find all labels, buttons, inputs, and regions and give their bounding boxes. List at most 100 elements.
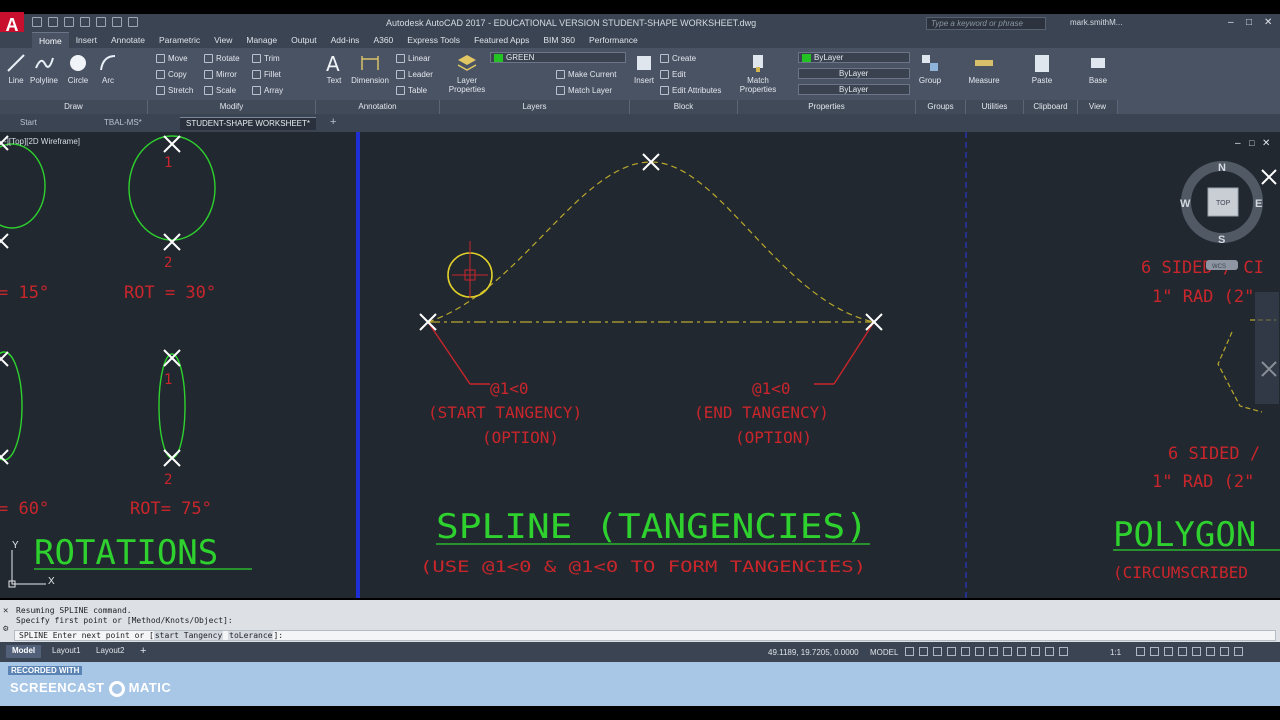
utilities-panel-title[interactable]: Utilities [966, 100, 1024, 114]
tab-manage[interactable]: Manage [239, 32, 284, 48]
command-input[interactable]: SPLINE Enter next point or [start Tangen… [14, 630, 1276, 641]
move-button[interactable]: Move [156, 54, 188, 63]
print-icon[interactable] [96, 17, 106, 27]
object-track-icon[interactable] [989, 647, 998, 656]
tab-insert[interactable]: Insert [69, 32, 104, 48]
workspace-icon[interactable] [1136, 647, 1145, 656]
tab-a360[interactable]: A360 [366, 32, 400, 48]
tab-featured-apps[interactable]: Featured Apps [467, 32, 536, 48]
leader-button[interactable]: Leader [396, 70, 433, 79]
transparency-icon[interactable] [1017, 647, 1026, 656]
base-button[interactable]: Base [1078, 52, 1118, 85]
layers-panel-title[interactable]: Layers [440, 100, 630, 114]
fillet-button[interactable]: Fillet [252, 70, 281, 79]
viewcube-south[interactable]: S [1218, 234, 1225, 246]
tab-annotate[interactable]: Annotate [104, 32, 152, 48]
layer-dropdown[interactable]: GREEN [490, 52, 626, 63]
add-layout-icon[interactable]: + [134, 645, 152, 658]
command-customize-icon[interactable]: ⚙ [3, 624, 8, 634]
quick-properties-icon[interactable] [1178, 647, 1187, 656]
snap-icon[interactable] [919, 647, 928, 656]
annotation-monitor-icon[interactable] [1150, 647, 1159, 656]
viewcube-west[interactable]: W [1180, 198, 1191, 210]
edit-attributes-button[interactable]: Edit Attributes [660, 86, 721, 95]
isolate-icon[interactable] [1192, 647, 1201, 656]
group-button[interactable]: Group [910, 52, 950, 85]
viewport-minimize-icon[interactable]: – [1235, 138, 1241, 149]
search-input[interactable]: Type a keyword or phrase [926, 17, 1046, 30]
hardware-acceleration-icon[interactable] [1206, 647, 1215, 656]
wcs-label[interactable]: WCS [1212, 264, 1226, 270]
drawing-canvas[interactable]: 1 2 1 2 = 15° ROT = 30° = 60° ROT= 75° R… [0, 132, 1280, 598]
linear-button[interactable]: Linear [396, 54, 430, 63]
array-button[interactable]: Array [252, 86, 283, 95]
viewcube-east[interactable]: E [1255, 198, 1262, 210]
doc-tab-tbal[interactable]: TBAL-MS* [98, 117, 148, 130]
arc-button[interactable]: Arc [88, 52, 128, 85]
viewport-close-icon[interactable]: ✕ [1262, 138, 1270, 149]
coordinates-readout[interactable]: 49.1189, 19.7205, 0.0000 [768, 648, 859, 657]
customization-icon[interactable] [1234, 647, 1243, 656]
rotate-button[interactable]: Rotate [204, 54, 240, 63]
lineweight-dropdown[interactable]: ByLayer [798, 84, 910, 95]
viewcube-top[interactable]: TOP [1216, 200, 1231, 207]
tab-view[interactable]: View [207, 32, 239, 48]
layer-properties-button[interactable]: Layer Properties [446, 52, 488, 94]
dimension-button[interactable]: Dimension [350, 52, 390, 85]
doc-tab-student-shape[interactable]: STUDENT-SHAPE WORKSHEET* [180, 117, 316, 130]
match-properties-button[interactable]: Match Properties [738, 52, 778, 94]
clipboard-panel-title[interactable]: Clipboard [1024, 100, 1078, 114]
option-start-tangency[interactable]: start Tangency [153, 631, 224, 640]
command-close-icon[interactable]: ✕ [3, 606, 8, 616]
annotation-panel-title[interactable]: Annotation [316, 100, 440, 114]
text-button[interactable]: A Text [314, 52, 354, 85]
measure-button[interactable]: Measure [964, 52, 1004, 85]
properties-panel-title[interactable]: Properties [738, 100, 916, 114]
copy-button[interactable]: Copy [156, 70, 187, 79]
clean-screen-icon[interactable] [1220, 647, 1229, 656]
trim-button[interactable]: Trim [252, 54, 280, 63]
new-tab-icon[interactable]: + [324, 117, 342, 130]
option-tolerance[interactable]: toLerance [228, 631, 274, 640]
user-account[interactable]: mark.smithM... [1070, 18, 1122, 27]
make-current-button[interactable]: Make Current [556, 70, 616, 79]
undo-icon[interactable] [112, 17, 122, 27]
saveas-icon[interactable] [80, 17, 90, 27]
table-button[interactable]: Table [396, 86, 427, 95]
block-panel-title[interactable]: Block [630, 100, 738, 114]
tab-home[interactable]: Home [32, 32, 69, 48]
create-block-button[interactable]: Create [660, 54, 696, 63]
isodraft-icon[interactable] [961, 647, 970, 656]
layout-tab-model[interactable]: Model [6, 645, 42, 658]
viewport-restore-icon[interactable]: □ [1249, 138, 1255, 148]
object-snap-icon[interactable] [975, 647, 984, 656]
doc-tab-start[interactable]: Start [14, 117, 43, 130]
view-panel-title[interactable]: View [1078, 100, 1118, 114]
navigation-bar[interactable] [1255, 292, 1279, 404]
tab-parametric[interactable]: Parametric [152, 32, 207, 48]
groups-panel-title[interactable]: Groups [916, 100, 966, 114]
redo-icon[interactable] [128, 17, 138, 27]
selection-cycling-icon[interactable] [1031, 647, 1040, 656]
save-icon[interactable] [64, 17, 74, 27]
tab-bim360[interactable]: BIM 360 [536, 32, 582, 48]
linetype-dropdown[interactable]: ByLayer [798, 68, 910, 79]
open-icon[interactable] [48, 17, 58, 27]
model-space-toggle[interactable]: MODEL [870, 648, 898, 657]
autoscale-icon[interactable] [1059, 647, 1068, 656]
stretch-button[interactable]: Stretch [156, 86, 193, 95]
tab-express-tools[interactable]: Express Tools [400, 32, 467, 48]
ortho-icon[interactable] [933, 647, 942, 656]
layout-tab-layout2[interactable]: Layout2 [90, 645, 130, 658]
scale-button[interactable]: Scale [204, 86, 236, 95]
insert-button[interactable]: Insert [624, 52, 664, 85]
units-icon[interactable] [1164, 647, 1173, 656]
maximize-icon[interactable]: □ [1246, 17, 1252, 28]
grid-icon[interactable] [905, 647, 914, 656]
color-dropdown[interactable]: ByLayer [798, 52, 910, 63]
mirror-button[interactable]: Mirror [204, 70, 237, 79]
new-icon[interactable] [32, 17, 42, 27]
minimize-icon[interactable]: – [1228, 17, 1234, 28]
match-layer-button[interactable]: Match Layer [556, 86, 612, 95]
layout-tab-layout1[interactable]: Layout1 [46, 645, 86, 658]
